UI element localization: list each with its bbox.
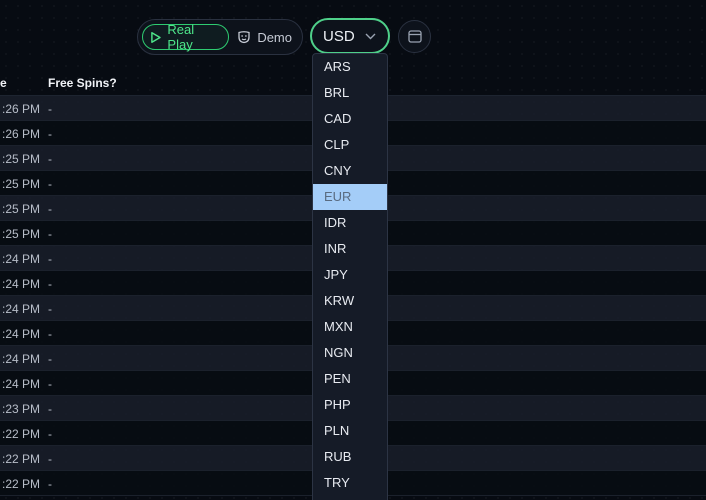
demo-label: Demo (257, 29, 292, 45)
column-header-free-spins: Free Spins? (48, 76, 117, 90)
time-cell: :26 PM (1, 127, 40, 141)
currency-option-php[interactable]: PHP (313, 392, 387, 418)
chevron-down-icon (365, 33, 376, 39)
time-cell: :24 PM (1, 377, 40, 391)
real-play-label: Real Play (167, 22, 195, 52)
currency-dropdown-list: ARS BRL CAD CLP CNY EUR IDR INR JPY KRW MXN NGN PEN P… (312, 53, 388, 500)
currency-option-cny[interactable]: CNY (313, 158, 387, 184)
free-spins-cell: - (48, 202, 52, 216)
play-mode-toggle: Real Play Demo (137, 19, 303, 55)
free-spins-cell: - (48, 227, 52, 241)
currency-option-pln[interactable]: PLN (313, 418, 387, 444)
currency-option-brl[interactable]: BRL (313, 80, 387, 106)
free-spins-cell: - (48, 302, 52, 316)
free-spins-cell: - (48, 252, 52, 266)
free-spins-cell: - (48, 177, 52, 191)
time-cell: :22 PM (1, 477, 40, 491)
time-cell: :22 PM (1, 452, 40, 466)
column-header-time: e (0, 76, 7, 90)
time-cell: :24 PM (1, 277, 40, 291)
currency-option-clp[interactable]: CLP (313, 132, 387, 158)
time-cell: :25 PM (1, 202, 40, 216)
window-toggle-button[interactable] (398, 20, 431, 53)
free-spins-cell: - (48, 352, 52, 366)
free-spins-cell: - (48, 377, 52, 391)
time-cell: :22 PM (1, 427, 40, 441)
currency-option-ars[interactable]: ARS (313, 54, 387, 80)
time-cell: :24 PM (1, 302, 40, 316)
free-spins-cell: - (48, 427, 52, 441)
currency-option-pen[interactable]: PEN (313, 366, 387, 392)
currency-option-try[interactable]: TRY (313, 470, 387, 496)
play-icon (151, 31, 161, 43)
currency-option-krw[interactable]: KRW (313, 288, 387, 314)
currency-option-cad[interactable]: CAD (313, 106, 387, 132)
free-spins-cell: - (48, 327, 52, 341)
currency-value: USD (323, 27, 355, 45)
free-spins-cell: - (48, 402, 52, 416)
free-spins-cell: - (48, 102, 52, 116)
currency-option-rub[interactable]: RUB (313, 444, 387, 470)
demo-button[interactable]: Demo (231, 24, 298, 50)
free-spins-cell: - (48, 277, 52, 291)
time-cell: :25 PM (1, 227, 40, 241)
currency-option-eur[interactable]: EUR (313, 184, 387, 210)
time-cell: :25 PM (1, 177, 40, 191)
time-cell: :24 PM (1, 252, 40, 266)
currency-select[interactable]: USD (310, 18, 390, 54)
free-spins-cell: - (48, 452, 52, 466)
currency-option-ngn[interactable]: NGN (313, 340, 387, 366)
time-cell: :24 PM (1, 327, 40, 341)
mask-icon (238, 31, 250, 44)
free-spins-cell: - (48, 127, 52, 141)
currency-option-mxn[interactable]: MXN (313, 314, 387, 340)
currency-option-idr[interactable]: IDR (313, 210, 387, 236)
free-spins-cell: - (48, 477, 52, 491)
time-cell: :24 PM (1, 352, 40, 366)
time-cell: :23 PM (1, 402, 40, 416)
time-cell: :26 PM (1, 102, 40, 116)
real-play-button[interactable]: Real Play (142, 22, 230, 52)
free-spins-cell: - (48, 152, 52, 166)
currency-option-inr[interactable]: INR (313, 236, 387, 262)
window-icon (407, 30, 422, 43)
currency-option-jpy[interactable]: JPY (313, 262, 387, 288)
time-cell: :25 PM (1, 152, 40, 166)
